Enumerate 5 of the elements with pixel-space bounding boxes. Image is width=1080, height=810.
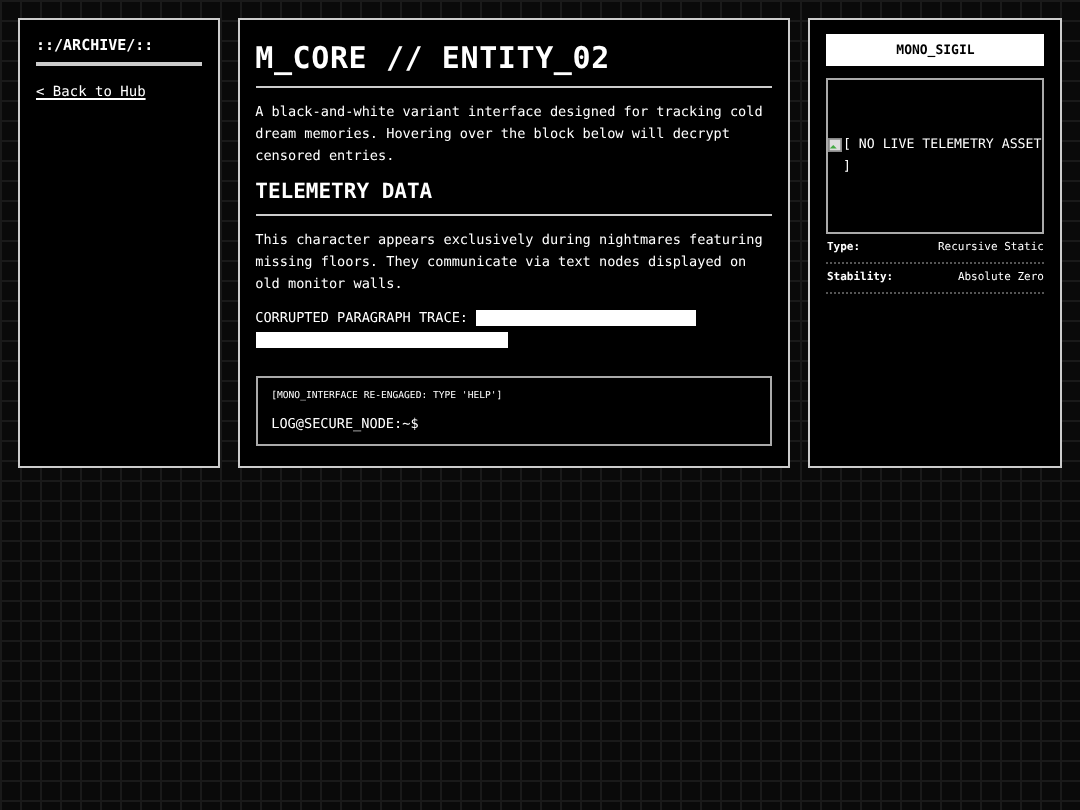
redaction-bar[interactable]	[476, 310, 697, 326]
page-title: M_CORE // ENTITY_02	[255, 40, 773, 88]
broken-image-icon	[828, 138, 843, 152]
section-title: TELEMETRY DATA	[255, 180, 773, 216]
redaction-bar[interactable]	[255, 332, 508, 348]
